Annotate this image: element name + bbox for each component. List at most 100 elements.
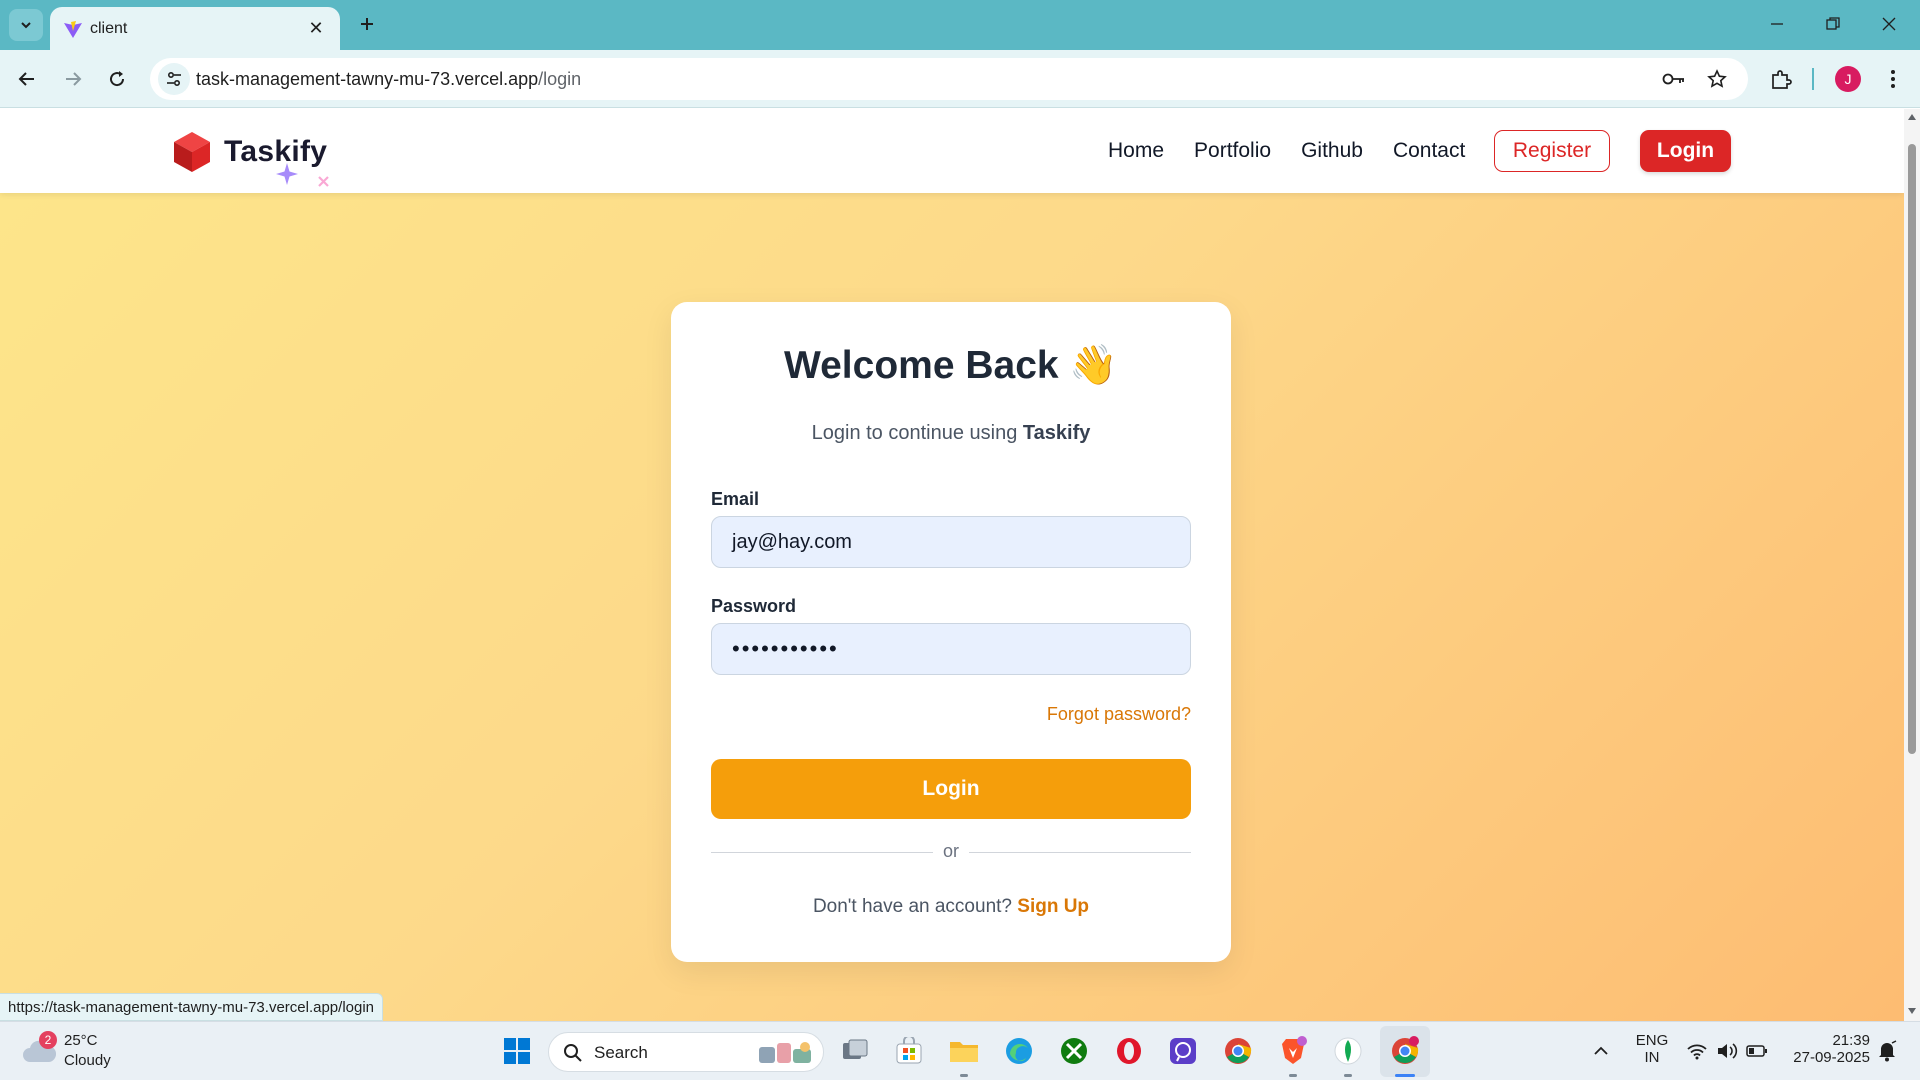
- extensions-button[interactable]: [1764, 62, 1798, 96]
- tab-close-icon[interactable]: ✕: [304, 16, 328, 40]
- volume-icon[interactable]: [1710, 1034, 1744, 1068]
- mongodb-compass-icon[interactable]: [1331, 1034, 1365, 1068]
- nav-link-contact[interactable]: Contact: [1393, 139, 1465, 163]
- brave-browser-icon[interactable]: [1276, 1034, 1310, 1068]
- show-hidden-icons-button[interactable]: [1584, 1034, 1618, 1068]
- scrollbar-thumb[interactable]: [1908, 144, 1916, 754]
- site-info-button[interactable]: [158, 63, 190, 95]
- browser-tabstrip: client ✕: [0, 0, 1920, 50]
- notifications-button[interactable]: [1870, 1034, 1904, 1068]
- forgot-password-link[interactable]: Forgot password?: [1047, 704, 1191, 725]
- email-label: Email: [711, 489, 760, 509]
- subtitle-brand: Taskify: [1022, 422, 1091, 444]
- nav-link-home[interactable]: Home: [1108, 139, 1164, 163]
- clock-date: 27-09-2025: [1793, 1049, 1870, 1066]
- edge-browser-icon[interactable]: [1002, 1034, 1036, 1068]
- scroll-down-icon[interactable]: [1907, 1007, 1917, 1015]
- chrome-profile-icon[interactable]: [1388, 1034, 1422, 1068]
- subtitle-text: Login to continue using: [811, 422, 1023, 444]
- close-icon: [1882, 17, 1896, 31]
- page-title: Welcome Back 👋: [784, 344, 1118, 387]
- file-explorer-icon[interactable]: [947, 1034, 981, 1068]
- weather-temp: 25°C: [64, 1032, 98, 1049]
- start-button[interactable]: [500, 1034, 534, 1068]
- minimize-button[interactable]: [1754, 6, 1800, 42]
- signup-prompt: Don't have an account?: [812, 896, 1018, 917]
- store-app-icon[interactable]: [892, 1034, 926, 1068]
- running-indicator: [1344, 1074, 1352, 1077]
- weather-condition: Cloudy: [64, 1052, 111, 1069]
- restore-button[interactable]: [1810, 6, 1856, 42]
- close-window-button[interactable]: [1866, 6, 1912, 42]
- arrow-left-icon: [18, 72, 34, 86]
- tab-title: client: [90, 20, 128, 37]
- taskbar: 2 25°C Cloudy Search ENG IN 21:39 27-09-…: [0, 1021, 1920, 1080]
- email-field[interactable]: jay@hay.com: [711, 516, 1191, 568]
- chevron-up-icon: [1594, 1046, 1608, 1055]
- nav-login-button[interactable]: Login: [1640, 130, 1731, 172]
- xbox-app-icon[interactable]: [1057, 1034, 1091, 1068]
- site-navbar: Taskify Home Portfolio Github Contact Re…: [0, 109, 1904, 193]
- signup-row: Don't have an account? Sign Up: [671, 896, 1231, 918]
- tune-icon: [167, 71, 181, 87]
- profile-avatar[interactable]: J: [1835, 66, 1861, 92]
- tab-search-button[interactable]: [9, 9, 43, 41]
- opera-browser-icon[interactable]: [1112, 1034, 1146, 1068]
- browser-toolbar: task-management-tawny-mu-73.vercel.app/l…: [0, 50, 1920, 108]
- bookmark-star-icon[interactable]: [1705, 67, 1729, 91]
- weather-widget[interactable]: 2 25°C Cloudy: [22, 1030, 142, 1074]
- active-running-indicator: [1395, 1074, 1415, 1077]
- login-card: Welcome Back 👋 Login to continue using T…: [671, 302, 1231, 962]
- wifi-icon[interactable]: [1680, 1034, 1714, 1068]
- battery-icon[interactable]: [1740, 1034, 1774, 1068]
- restore-icon: [1826, 17, 1840, 30]
- reload-button[interactable]: [100, 62, 134, 96]
- browser-menu-button[interactable]: [1876, 62, 1910, 96]
- new-tab-button[interactable]: [354, 11, 380, 37]
- login-submit-button[interactable]: Login: [711, 759, 1191, 819]
- language-region: IN: [1644, 1049, 1660, 1066]
- register-button[interactable]: Register: [1494, 130, 1610, 172]
- taskbar-search[interactable]: Search: [548, 1032, 824, 1072]
- weather-badge: 2: [39, 1031, 57, 1049]
- more-vertical-icon: [1891, 70, 1895, 88]
- cube-logo-icon: [174, 132, 210, 172]
- back-button[interactable]: [10, 62, 44, 96]
- clock-time: 21:39: [1832, 1032, 1870, 1049]
- password-label: Password: [711, 596, 797, 616]
- search-label: Search: [594, 1043, 648, 1062]
- nav-links: Home Portfolio Github Contact: [1108, 139, 1465, 163]
- bell-icon: [1879, 1040, 1897, 1062]
- sparkle-small-icon: [318, 176, 329, 187]
- vite-logo-icon: [64, 21, 82, 38]
- clock[interactable]: 21:39 27-09-2025: [1780, 1032, 1870, 1066]
- language-code: ENG: [1635, 1032, 1669, 1049]
- search-highlight-icon: [759, 1042, 811, 1063]
- language-indicator[interactable]: ENG IN: [1630, 1032, 1674, 1066]
- password-key-icon[interactable]: [1662, 67, 1686, 91]
- page-scrollbar[interactable]: [1904, 109, 1920, 1021]
- chevron-down-icon: [21, 22, 31, 29]
- sparkle-icon: [276, 163, 298, 185]
- messenger-app-icon[interactable]: [1166, 1034, 1200, 1068]
- browser-tab-active[interactable]: client ✕: [50, 7, 340, 50]
- running-indicator: [1289, 1074, 1297, 1077]
- password-field[interactable]: •••••••••••: [711, 623, 1191, 675]
- scroll-up-icon[interactable]: [1907, 113, 1917, 121]
- status-bar-url: https://task-management-tawny-mu-73.verc…: [0, 993, 384, 1021]
- nav-link-portfolio[interactable]: Portfolio: [1194, 139, 1271, 163]
- url-host: task-management-tawny-mu-73.vercel.app: [196, 69, 539, 89]
- address-bar[interactable]: task-management-tawny-mu-73.vercel.app/l…: [150, 58, 1748, 100]
- search-icon: [564, 1044, 582, 1062]
- url-path: /login: [538, 69, 582, 89]
- page-viewport: Taskify Home Portfolio Github Contact Re…: [0, 109, 1904, 1021]
- brand-logo[interactable]: Taskify: [172, 129, 329, 187]
- reload-icon: [110, 71, 125, 87]
- signup-link[interactable]: Sign Up: [1017, 896, 1089, 917]
- chrome-browser-icon[interactable]: [1221, 1034, 1255, 1068]
- nav-link-github[interactable]: Github: [1301, 139, 1363, 163]
- forward-button[interactable]: [56, 62, 90, 96]
- windows-logo-icon: [504, 1038, 530, 1064]
- task-view-button[interactable]: [838, 1034, 872, 1068]
- running-indicator: [960, 1074, 968, 1077]
